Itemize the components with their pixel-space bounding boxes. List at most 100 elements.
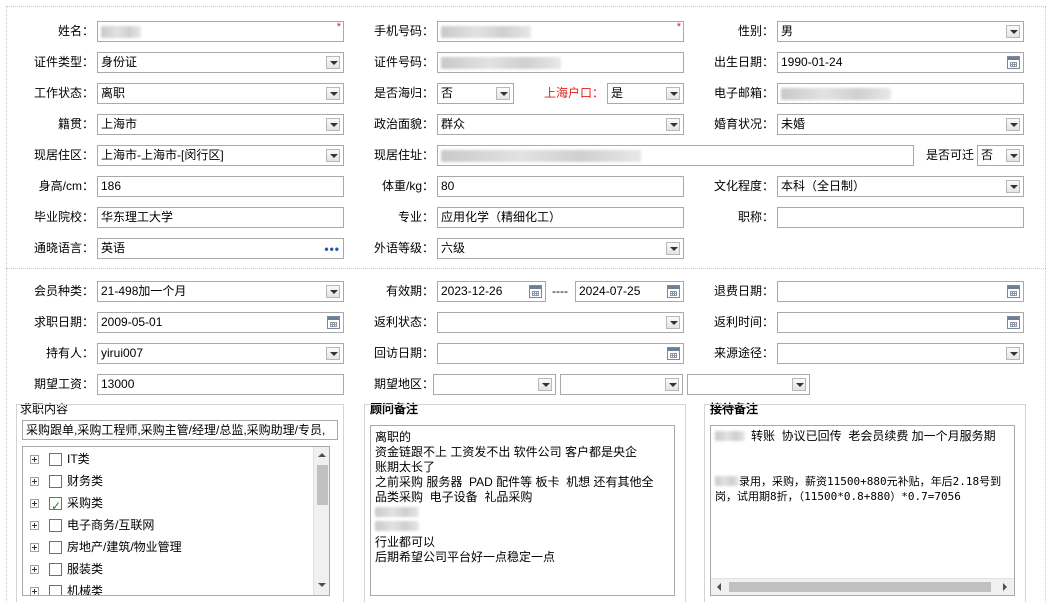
calendar-icon[interactable] (1007, 316, 1020, 329)
expand-icon[interactable] (30, 543, 39, 552)
expand-icon[interactable] (30, 565, 39, 574)
chevron-down-icon[interactable] (666, 118, 680, 131)
current-residence-select[interactable]: 上海市-上海市-[闵行区] (97, 145, 344, 166)
tree-item-procurement[interactable]: ✓ 采购类 (23, 492, 313, 514)
shanghai-hukou-select[interactable]: 是 (607, 83, 684, 104)
chevron-down-icon[interactable] (326, 87, 340, 100)
education-select[interactable]: 本科（全日制） (777, 176, 1024, 197)
chevron-down-icon[interactable] (326, 347, 340, 360)
checkbox[interactable] (49, 585, 62, 595)
rebate-status-select[interactable] (437, 312, 684, 333)
tree-item-finance[interactable]: 财务类 (23, 470, 313, 492)
source-label: 来源途径： (713, 346, 774, 360)
checkbox[interactable] (49, 563, 62, 576)
more-options-icon[interactable]: ••• (324, 243, 340, 255)
calendar-icon[interactable] (529, 285, 542, 298)
chevron-down-icon[interactable] (326, 149, 340, 162)
expected-area-district-select[interactable] (687, 374, 810, 395)
calendar-icon[interactable] (1007, 56, 1020, 69)
job-content-summary[interactable]: 采购跟单,采购工程师,采购主管/经理/总监,采购助理/专员, (22, 420, 338, 440)
expand-icon[interactable] (30, 455, 39, 464)
chevron-down-icon[interactable] (1006, 149, 1020, 162)
weight-field[interactable]: 80 (437, 176, 684, 197)
chevron-down-icon[interactable] (792, 378, 806, 391)
current-address-field[interactable] (437, 145, 914, 166)
political-status-select[interactable]: 群众 (437, 114, 684, 135)
tree-item-it[interactable]: IT类 (23, 448, 313, 470)
expected-area-province-select[interactable] (433, 374, 556, 395)
holder-select[interactable]: yirui007 (97, 343, 344, 364)
job-category-tree[interactable]: IT类 财务类 ✓ 采购类 电子商务/互联网 房地产/建筑/物业管理 服装类 机… (22, 446, 330, 596)
scroll-thumb[interactable] (317, 465, 328, 505)
id-number-field[interactable] (437, 52, 684, 73)
consultant-notes-textarea[interactable]: 离职的 资金链跟不上 工资发不出 软件公司 客户都是央企 账期太长了 之前采购 … (370, 425, 675, 596)
calendar-icon[interactable] (667, 285, 680, 298)
chevron-down-icon[interactable] (1006, 347, 1020, 360)
checkbox[interactable] (49, 519, 62, 532)
gender-select[interactable]: 男 (777, 21, 1024, 42)
title-field[interactable] (777, 207, 1024, 228)
chevron-down-icon[interactable] (1006, 25, 1020, 38)
tree-item-real-estate[interactable]: 房地产/建筑/物业管理 (23, 536, 313, 558)
email-field[interactable] (777, 83, 1024, 104)
school-field[interactable]: 华东理工大学 (97, 207, 344, 228)
scroll-right-icon[interactable] (1003, 583, 1007, 591)
calendar-icon[interactable] (1007, 285, 1020, 298)
chevron-down-icon[interactable] (326, 118, 340, 131)
chevron-down-icon[interactable] (496, 87, 510, 100)
relocate-select[interactable]: 否 (977, 145, 1024, 166)
expand-icon[interactable] (30, 477, 39, 486)
phone-label: 手机号码： (373, 24, 434, 38)
expand-icon[interactable] (30, 587, 39, 595)
marital-status-select[interactable]: 未婚 (777, 114, 1024, 135)
language-level-select[interactable]: 六级 (437, 238, 684, 259)
refund-date-field[interactable] (777, 281, 1024, 302)
validity-end-field[interactable]: 2024-07-25 (575, 281, 684, 302)
tree-scrollbar[interactable] (313, 447, 329, 595)
height-field[interactable]: 186 (97, 176, 344, 197)
tree-item-ecommerce[interactable]: 电子商务/互联网 (23, 514, 313, 536)
scroll-down-icon[interactable] (318, 583, 326, 587)
scroll-thumb[interactable] (729, 582, 991, 592)
id-type-select[interactable]: 身份证 (97, 52, 344, 73)
name-field[interactable]: * (97, 21, 344, 42)
tree-item-apparel[interactable]: 服装类 (23, 558, 313, 580)
reception-notes-textarea[interactable]: 转账 协议已回传 老会员续费 加一个月服务期 录用，采购，薪资11500+880… (710, 425, 1015, 596)
birth-date-field[interactable]: 1990-01-24 (777, 52, 1024, 73)
rebate-time-field[interactable] (777, 312, 1024, 333)
expand-icon[interactable] (30, 499, 39, 508)
languages-field[interactable]: 英语 ••• (97, 238, 344, 259)
expected-salary-field[interactable]: 13000 (97, 374, 344, 395)
chevron-down-icon[interactable] (326, 56, 340, 69)
calendar-icon[interactable] (327, 316, 340, 329)
scroll-left-icon[interactable] (717, 583, 721, 591)
chevron-down-icon[interactable] (1006, 118, 1020, 131)
phone-field[interactable]: * (437, 21, 684, 42)
checkbox[interactable] (49, 541, 62, 554)
scroll-up-icon[interactable] (318, 453, 326, 457)
member-type-select[interactable]: 21-498加一个月 (97, 281, 344, 302)
work-status-select[interactable]: 离职 (97, 83, 344, 104)
chevron-down-icon[interactable] (666, 242, 680, 255)
chevron-down-icon[interactable] (538, 378, 552, 391)
major-field[interactable]: 应用化学（精细化工） (437, 207, 684, 228)
job-search-date-field[interactable]: 2009-05-01 (97, 312, 344, 333)
chevron-down-icon[interactable] (1006, 180, 1020, 193)
horizontal-scrollbar[interactable] (711, 578, 1014, 595)
calendar-icon[interactable] (667, 347, 680, 360)
expected-area-city-select[interactable] (560, 374, 683, 395)
chevron-down-icon[interactable] (665, 378, 679, 391)
source-select[interactable] (777, 343, 1024, 364)
chevron-down-icon[interactable] (666, 87, 680, 100)
checkbox-checked[interactable]: ✓ (49, 497, 62, 513)
chevron-down-icon[interactable] (326, 285, 340, 298)
validity-start-field[interactable]: 2023-12-26 (437, 281, 546, 302)
native-place-select[interactable]: 上海市 (97, 114, 344, 135)
tree-item-machinery[interactable]: 机械类 (23, 580, 313, 595)
returnee-select[interactable]: 否 (437, 83, 514, 104)
checkbox[interactable] (49, 475, 62, 488)
checkbox[interactable] (49, 453, 62, 466)
visit-date-field[interactable] (437, 343, 684, 364)
expand-icon[interactable] (30, 521, 39, 530)
chevron-down-icon[interactable] (666, 316, 680, 329)
